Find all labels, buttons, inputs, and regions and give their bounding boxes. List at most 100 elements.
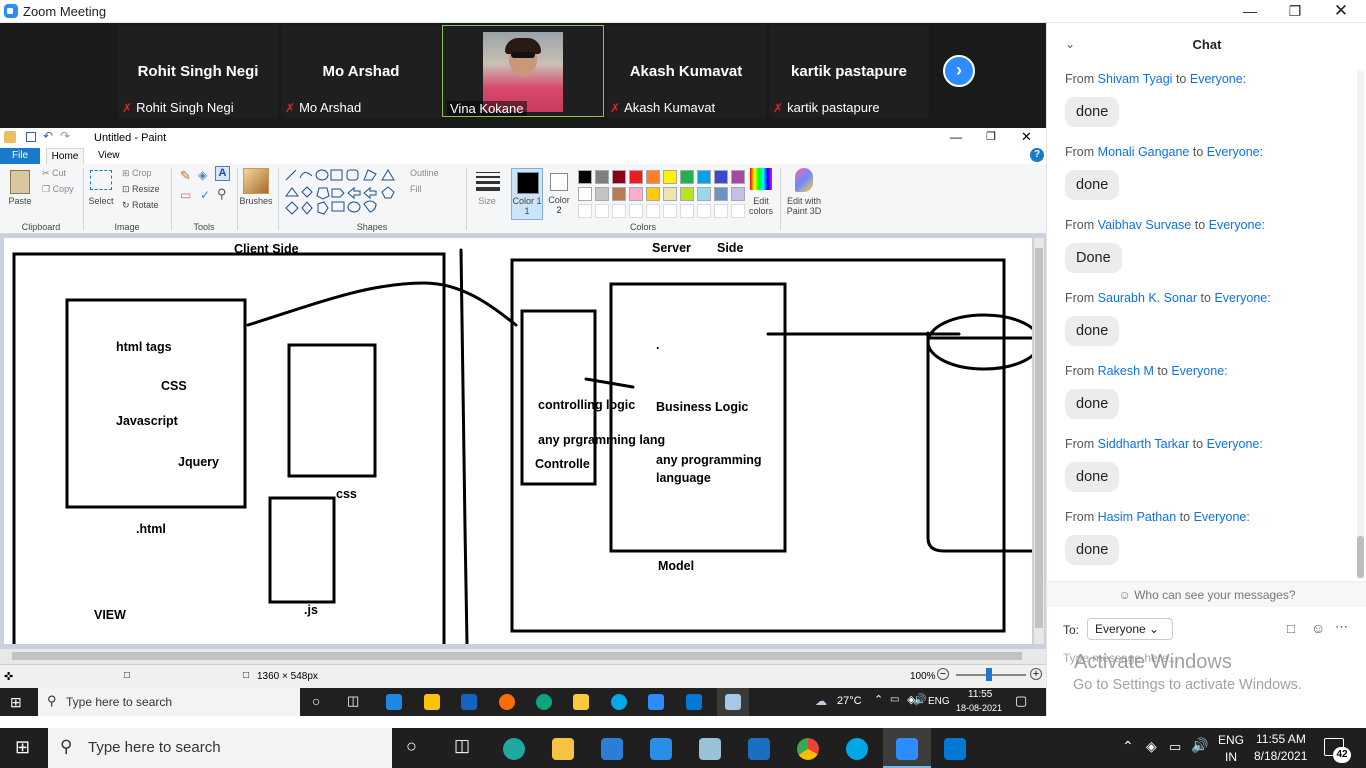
color-swatch[interactable]	[714, 170, 728, 184]
color-swatch[interactable]	[646, 170, 660, 184]
inner-clock-time[interactable]: 11:55	[968, 689, 992, 700]
paint-close-button[interactable]: ✕	[1021, 129, 1032, 145]
color-swatch[interactable]	[680, 187, 694, 201]
size-icon[interactable]	[476, 172, 500, 191]
brushes-button[interactable]: Brushes	[238, 196, 274, 206]
chat-message-bubble[interactable]: done	[1065, 316, 1120, 346]
color-swatch[interactable]	[612, 170, 626, 184]
emoji-icon[interactable]: ☺	[1311, 620, 1325, 636]
empty-color-swatch[interactable]	[731, 204, 745, 218]
paint-taskbar-button[interactable]	[717, 688, 749, 716]
chat-message-bubble[interactable]: done	[1065, 97, 1120, 127]
size-button[interactable]: Size	[470, 196, 504, 206]
color-swatch[interactable]	[629, 170, 643, 184]
shapes-gallery[interactable]	[284, 168, 404, 218]
sticky-notes-icon[interactable]	[424, 694, 440, 710]
windows-start-icon[interactable]: ⊞	[10, 694, 22, 711]
color-picker-icon[interactable]: ✓	[200, 188, 210, 202]
volume-icon[interactable]: 🔊	[1191, 737, 1208, 754]
outlook-icon[interactable]	[461, 694, 477, 710]
battery-icon[interactable]: ▭	[1169, 739, 1181, 755]
empty-color-swatch[interactable]	[578, 204, 592, 218]
restore-button[interactable]: ❐	[1272, 0, 1318, 23]
more-icon[interactable]: ⋯	[1335, 619, 1348, 635]
outline-dropdown[interactable]: Outline	[410, 168, 439, 178]
color-swatch[interactable]	[697, 170, 711, 184]
color-swatch[interactable]	[646, 187, 660, 201]
edit-colors-button[interactable]: Edit colors	[744, 196, 778, 216]
outlook-icon[interactable]	[748, 738, 770, 760]
empty-color-swatch[interactable]	[595, 204, 609, 218]
file-explorer-icon[interactable]	[573, 694, 589, 710]
tray-chevron-icon[interactable]: ⌃	[1122, 738, 1134, 755]
edge-icon[interactable]	[503, 738, 525, 760]
clock-time[interactable]: 11:55 AM	[1256, 732, 1306, 746]
vscode-icon[interactable]	[686, 694, 702, 710]
horizontal-scrollbar[interactable]	[0, 649, 1046, 664]
empty-color-swatch[interactable]	[629, 204, 643, 218]
empty-color-swatch[interactable]	[646, 204, 660, 218]
color-swatch[interactable]	[663, 170, 677, 184]
fill-dropdown[interactable]: Fill	[410, 184, 422, 194]
clock-date[interactable]: 8/18/2021	[1254, 749, 1307, 763]
crop-button[interactable]: ⊞ Crop	[122, 168, 152, 179]
paste-icon[interactable]	[10, 170, 30, 194]
region-indicator[interactable]: IN	[1225, 750, 1237, 764]
pencil-icon[interactable]: ✎	[180, 168, 191, 184]
color-swatch[interactable]	[612, 187, 626, 201]
fill-bucket-icon[interactable]: ◈	[198, 168, 207, 182]
chrome-icon[interactable]	[797, 738, 819, 760]
close-button[interactable]: ✕	[1318, 0, 1364, 23]
zoom-taskbar-button[interactable]	[883, 728, 931, 768]
eraser-icon[interactable]: ▭	[180, 188, 191, 202]
mail-icon[interactable]	[650, 738, 672, 760]
color-swatch[interactable]	[697, 187, 711, 201]
select-button[interactable]: Select	[86, 196, 116, 206]
empty-color-swatch[interactable]	[680, 204, 694, 218]
brushes-icon[interactable]	[243, 168, 269, 194]
zoom-slider[interactable]	[956, 668, 1026, 681]
skype-icon[interactable]	[611, 694, 627, 710]
select-icon[interactable]	[90, 170, 112, 190]
color-swatch[interactable]	[680, 170, 694, 184]
color-swatch[interactable]	[663, 187, 677, 201]
vertical-scrollbar[interactable]	[1034, 238, 1044, 644]
participant-tile[interactable]: Akash Kumavat ✗ Akash Kumavat	[606, 25, 766, 117]
volume-icon[interactable]: 🔊	[913, 693, 927, 706]
color-swatch[interactable]	[731, 170, 745, 184]
tab-home[interactable]: Home	[46, 148, 84, 164]
undo-icon[interactable]: ↶	[43, 129, 53, 143]
color-swatch[interactable]	[578, 170, 592, 184]
firefox-icon[interactable]	[499, 694, 515, 710]
color-swatch[interactable]	[629, 187, 643, 201]
taskbar-search-box[interactable]: ⚲ Type here to search	[48, 728, 392, 768]
participant-tile[interactable]: Mo Arshad ✗ Mo Arshad	[281, 25, 441, 117]
color2-button[interactable]: Color 2 2	[545, 168, 575, 220]
empty-color-swatch[interactable]	[663, 204, 677, 218]
color-swatch[interactable]	[714, 187, 728, 201]
notification-icon[interactable]: ▢	[1015, 693, 1027, 709]
cut-button[interactable]: ✂ Cut	[42, 168, 66, 179]
magnifier-icon[interactable]: ⚲	[217, 186, 227, 202]
paint-canvas[interactable]: Client Side html tags CSS Javascript Jqu…	[4, 238, 1032, 644]
inner-language[interactable]: ENG	[928, 696, 950, 707]
participant-tile[interactable]: kartik pastapure ✗ kartik pastapure	[769, 25, 929, 117]
mail-icon[interactable]	[386, 694, 402, 710]
help-icon[interactable]: ?	[1030, 148, 1044, 162]
zoom-in-button[interactable]: +	[1030, 668, 1042, 680]
chat-message-bubble[interactable]: Done	[1065, 243, 1122, 273]
empty-color-swatch[interactable]	[612, 204, 626, 218]
next-page-arrow-icon[interactable]: ›	[943, 55, 975, 87]
color1-button[interactable]: Color 1 1	[511, 168, 543, 220]
file-icon[interactable]: □	[1287, 621, 1295, 636]
resize-button[interactable]: ⊡ Resize	[122, 184, 160, 195]
chat-message-bubble[interactable]: done	[1065, 170, 1120, 200]
rotate-button[interactable]: ↻ Rotate	[122, 200, 159, 211]
cortana-icon[interactable]: ○	[312, 693, 320, 709]
save-icon[interactable]	[26, 132, 36, 142]
chat-message-bubble[interactable]: done	[1065, 462, 1120, 492]
chat-message-bubble[interactable]: done	[1065, 389, 1120, 419]
who-can-see-link[interactable]: ☺ Who can see your messages?	[1047, 581, 1366, 607]
tab-view[interactable]: View	[98, 150, 120, 161]
participant-tile[interactable]: Rohit Singh Negi ✗ Rohit Singh Negi	[118, 25, 278, 117]
